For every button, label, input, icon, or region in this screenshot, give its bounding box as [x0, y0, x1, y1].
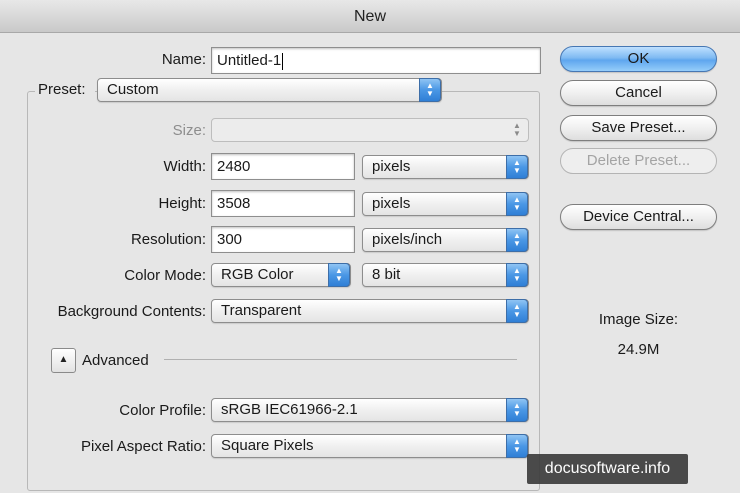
new-document-dialog: Name: Untitled-1 Preset: Custom ▲ ▼ Size:…	[0, 33, 740, 493]
up-down-arrows-icon: ▲ ▼	[506, 228, 528, 252]
name-input-value: Untitled-1	[217, 52, 282, 69]
color-profile-select[interactable]: sRGB IEC61966-2.1 ▲ ▼	[211, 398, 529, 422]
width-label: Width:	[163, 158, 206, 175]
save-preset-button[interactable]: Save Preset...	[560, 115, 717, 141]
image-size-label: Image Size:	[598, 311, 679, 328]
color-mode-value: RGB Color	[221, 266, 294, 283]
advanced-label: Advanced	[82, 352, 149, 369]
up-down-arrows-icon: ▲ ▼	[506, 299, 528, 323]
preset-select-value: Custom	[107, 81, 159, 98]
height-unit-value: pixels	[372, 195, 411, 212]
bit-depth-select[interactable]: 8 bit ▲ ▼	[362, 263, 529, 287]
name-label: Name:	[161, 51, 206, 68]
triangle-up-icon: ▲	[58, 354, 69, 365]
name-input[interactable]: Untitled-1	[211, 47, 541, 74]
up-down-arrows-icon: ▲ ▼	[419, 78, 441, 102]
size-select: ▲ ▼	[211, 118, 529, 142]
color-profile-value: sRGB IEC61966-2.1	[221, 401, 358, 418]
background-contents-select[interactable]: Transparent ▲ ▼	[211, 299, 529, 323]
width-input[interactable]: 2480	[211, 153, 355, 180]
color-mode-select[interactable]: RGB Color ▲ ▼	[211, 263, 351, 287]
up-down-arrows-icon: ▲ ▼	[506, 155, 528, 179]
width-unit-select[interactable]: pixels ▲ ▼	[362, 155, 529, 179]
watermark-text: docusoftware.info	[527, 454, 688, 484]
text-caret	[282, 52, 284, 70]
up-down-arrows-icon: ▲ ▼	[506, 192, 528, 216]
preset-group	[27, 91, 540, 491]
ok-button[interactable]: OK	[560, 46, 717, 72]
delete-preset-button: Delete Preset...	[560, 148, 717, 174]
bit-depth-value: 8 bit	[372, 266, 401, 283]
color-profile-label: Color Profile:	[119, 402, 206, 419]
up-down-arrows-icon: ▲ ▼	[506, 398, 528, 422]
up-down-arrows-icon: ▲ ▼	[506, 434, 528, 458]
height-label: Height:	[158, 195, 206, 212]
pixel-aspect-ratio-select[interactable]: Square Pixels ▲ ▼	[211, 434, 529, 458]
width-unit-value: pixels	[372, 158, 411, 175]
pixel-aspect-ratio-label: Pixel Aspect Ratio:	[80, 438, 206, 455]
window-title: New	[0, 0, 740, 33]
advanced-divider	[164, 359, 517, 360]
image-size-value: 24.9M	[617, 341, 660, 358]
device-central-button[interactable]: Device Central...	[560, 204, 717, 230]
pixel-aspect-ratio-value: Square Pixels	[221, 437, 314, 454]
up-down-arrows-icon: ▲ ▼	[513, 121, 521, 138]
up-down-arrows-icon: ▲ ▼	[328, 263, 350, 287]
resolution-unit-select[interactable]: pixels/inch ▲ ▼	[362, 228, 529, 252]
preset-select[interactable]: Custom ▲ ▼	[97, 78, 442, 102]
size-label: Size:	[172, 122, 206, 139]
background-contents-label: Background Contents:	[57, 303, 206, 320]
resolution-input[interactable]: 300	[211, 226, 355, 253]
up-down-arrows-icon: ▲ ▼	[506, 263, 528, 287]
cancel-button[interactable]: Cancel	[560, 80, 717, 106]
preset-label: Preset:	[35, 81, 95, 98]
height-unit-select[interactable]: pixels ▲ ▼	[362, 192, 529, 216]
resolution-unit-value: pixels/inch	[372, 231, 443, 248]
height-input[interactable]: 3508	[211, 190, 355, 217]
resolution-label: Resolution:	[130, 231, 206, 248]
advanced-toggle-button[interactable]: ▲	[51, 348, 76, 373]
background-contents-value: Transparent	[221, 302, 302, 319]
color-mode-label: Color Mode:	[124, 267, 206, 284]
